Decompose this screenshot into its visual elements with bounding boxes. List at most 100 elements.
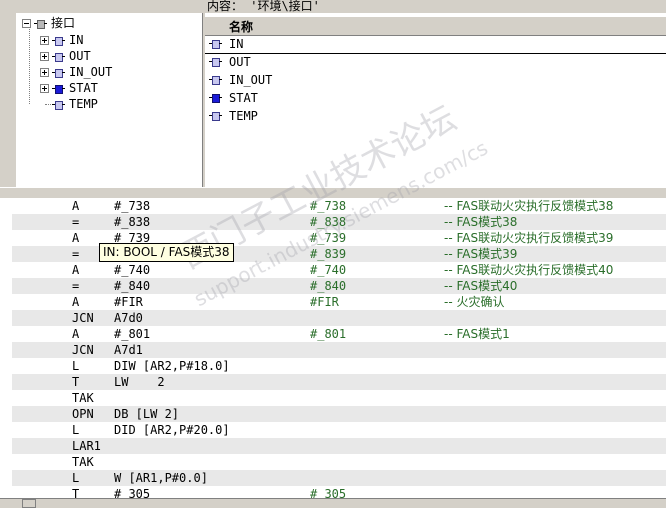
tree-item-label: TEMP (69, 97, 98, 111)
code-line[interactable]: A #FIR #FIR -- 火灾确认 (12, 294, 666, 310)
code-symbol: #_840 (310, 279, 347, 293)
interface-icon (34, 19, 47, 29)
tree-root-interface[interactable]: 接口 (22, 15, 75, 31)
code-op: L (72, 423, 80, 437)
code-operand: #_738 (114, 199, 151, 213)
inout-param-icon (209, 76, 222, 85)
code-op: = (72, 247, 80, 261)
code-line[interactable]: TAK (12, 454, 666, 470)
content-path-label: 内容： '环境\接口' (207, 0, 666, 13)
code-comment: -- FAS联动火灾执行反馈模式39 (444, 231, 614, 245)
code-line[interactable]: LAR1 (12, 438, 666, 454)
code-op: JCN (72, 343, 94, 357)
code-symbol: #_738 (310, 199, 347, 213)
tree-item-out[interactable]: OUT (40, 48, 91, 64)
code-line[interactable]: L DID [AR2,P#20.0] (12, 422, 666, 438)
code-op: TAK (72, 455, 94, 469)
scroll-button[interactable] (22, 499, 36, 508)
code-line[interactable]: TAK (12, 390, 666, 406)
tree-item-label: OUT (69, 49, 91, 63)
code-op: T (72, 375, 80, 389)
tree-item-stat[interactable]: STAT (40, 80, 98, 96)
code-op: A (72, 199, 80, 213)
code-operand: W [AR1,P#0.0] (114, 470, 208, 486)
code-operand: A7d0 (114, 310, 143, 326)
code-comment: -- FAS联动火灾执行反馈模式38 (444, 199, 614, 213)
tree-item-label: IN (69, 33, 84, 47)
list-item-temp[interactable]: TEMP (205, 107, 666, 125)
code-line[interactable]: T LW 2 (12, 374, 666, 390)
in-param-icon (52, 36, 65, 46)
code-symbol: #_838 (310, 215, 347, 229)
code-comment: -- FAS模式40 (444, 279, 518, 293)
tree-item-temp[interactable]: TEMP (52, 96, 98, 112)
code-line[interactable]: = #_840 #_840 -- FAS模式40 (12, 278, 666, 294)
code-line[interactable]: A #_738 #_738 -- FAS联动火灾执行反馈模式38 (12, 198, 666, 214)
out-param-icon (209, 58, 222, 67)
interface-tree[interactable]: 接口 IN OUT IN_OUT STAT TEMP (16, 13, 203, 187)
code-comment: -- FAS模式39 (444, 247, 518, 261)
code-line[interactable]: A #_740 #_740 -- FAS联动火灾执行反馈模式40 (12, 262, 666, 278)
code-symbol: #FIR (310, 295, 339, 309)
list-item-out[interactable]: OUT (205, 53, 666, 71)
tree-item-in-out[interactable]: IN_OUT (40, 64, 112, 80)
code-line[interactable]: OPN DB [LW 2] (12, 406, 666, 422)
collapse-icon[interactable] (22, 19, 31, 28)
expand-icon[interactable] (40, 36, 49, 45)
column-header-name[interactable]: 名称 (205, 16, 666, 36)
stat-param-icon (209, 94, 222, 103)
code-comment: -- 火灾确认 (444, 295, 505, 309)
code-symbol: #_305 (310, 487, 347, 498)
code-operand: #_740 (114, 263, 151, 277)
code-op: T (72, 487, 80, 498)
interface-list[interactable]: 名称 IN OUT IN_OUT STAT TEMP (205, 13, 666, 187)
code-line[interactable]: JCN A7d1 (12, 342, 666, 358)
code-line[interactable]: L W [AR1,P#0.0] (12, 470, 666, 486)
code-op: JCN (72, 311, 94, 325)
list-item-label: IN_OUT (229, 73, 273, 87)
code-symbol: #_839 (310, 247, 347, 261)
code-operand: A7d1 (114, 342, 143, 358)
code-line[interactable]: = #_838 #_838 -- FAS模式38 (12, 214, 666, 230)
code-op: OPN (72, 407, 94, 421)
code-symbol: #_740 (310, 263, 347, 277)
tree-item-label: IN_OUT (69, 65, 113, 79)
tree-item-label: STAT (69, 81, 98, 95)
code-op: L (72, 359, 80, 373)
code-comment: -- FAS模式38 (444, 215, 518, 229)
code-op: A (72, 231, 80, 245)
code-operand: DID [AR2,P#20.0] (114, 423, 230, 437)
code-comment: -- FAS联动火灾执行反馈模式40 (444, 263, 614, 277)
expand-icon[interactable] (40, 84, 49, 93)
list-item-label: OUT (229, 55, 251, 69)
tree-root-label: 接口 (51, 16, 76, 30)
code-symbol: #_739 (310, 231, 347, 245)
code-line[interactable]: L DIW [AR2,P#18.0] (12, 358, 666, 374)
inout-param-icon (52, 68, 65, 78)
code-op: L (72, 471, 80, 485)
code-operand: #_838 (114, 214, 151, 230)
expand-icon[interactable] (40, 52, 49, 61)
code-op: A (72, 263, 80, 277)
list-item-in[interactable]: IN (205, 35, 666, 54)
code-op: A (72, 295, 80, 309)
temp-param-icon (52, 100, 65, 110)
code-op: LAR1 (72, 439, 101, 453)
code-comment: -- FAS模式1 (444, 327, 510, 341)
tree-item-in[interactable]: IN (40, 32, 83, 48)
code-symbol: #_801 (310, 327, 347, 341)
list-item-in-out[interactable]: IN_OUT (205, 71, 666, 89)
code-operand: #_840 (114, 278, 151, 294)
code-operand: LW 2 (114, 374, 165, 390)
code-op: = (72, 215, 80, 229)
code-line[interactable]: A #_801 #_801 -- FAS模式1 (12, 326, 666, 342)
list-item-stat[interactable]: STAT (205, 89, 666, 107)
code-line[interactable]: JCN A7d0 (12, 310, 666, 326)
expand-icon[interactable] (40, 68, 49, 77)
code-op: A (72, 327, 80, 341)
stat-param-icon (52, 84, 65, 94)
code-line[interactable]: T #_305 #_305 (12, 486, 666, 498)
list-item-label: STAT (229, 91, 258, 105)
list-item-label: IN (229, 37, 244, 51)
code-op: = (72, 279, 80, 293)
